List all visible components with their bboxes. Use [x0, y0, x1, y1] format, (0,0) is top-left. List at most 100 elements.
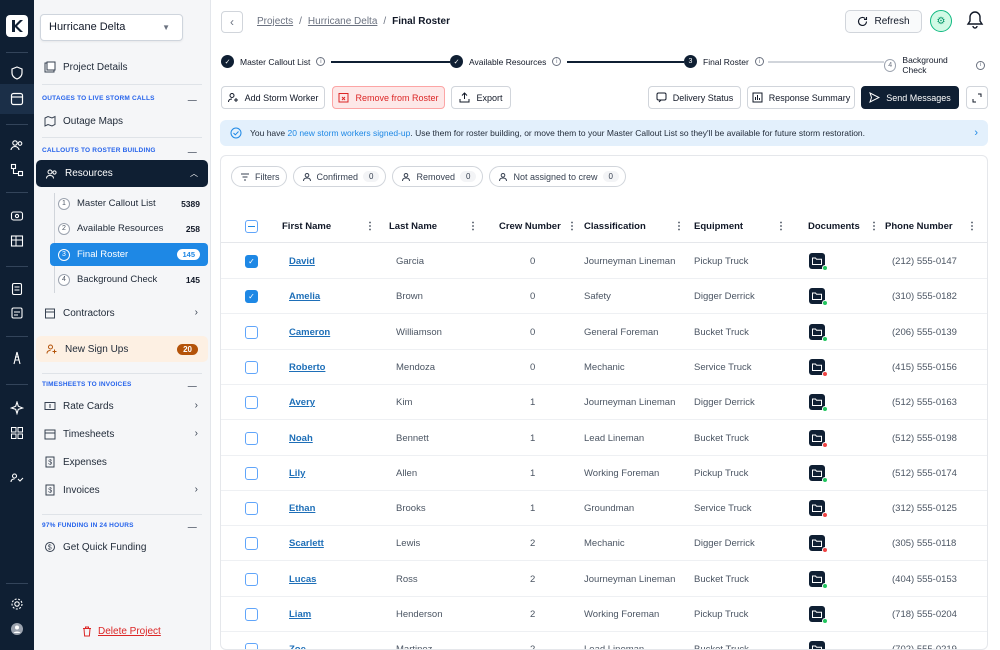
row-checkbox[interactable]	[245, 608, 258, 621]
filter-chip-not-assigned[interactable]: Not assigned to crew 0	[489, 166, 626, 187]
table-row[interactable]: Scarlett Lewis 2 Mechanic Digger Derrick (305…	[221, 526, 987, 562]
dashboard-icon[interactable]	[9, 91, 25, 107]
table-row[interactable]: Zoe Martinez 2 Lead Lineman Bucket Truck (702…	[221, 632, 987, 649]
row-checkbox[interactable]	[245, 325, 258, 339]
column-menu-icon[interactable]: ⋮	[567, 221, 577, 232]
folder-icon[interactable]	[809, 464, 828, 483]
app-logo-icon[interactable]	[6, 15, 28, 37]
table-row[interactable]: ✓ David Garcia 0 Journeyman Lineman Pickup Tr…	[221, 244, 987, 279]
first-name-link[interactable]: Lucas	[289, 574, 316, 585]
delivery-status-button[interactable]: Delivery Status	[648, 86, 741, 109]
column-header-classification[interactable]: Classification	[584, 221, 646, 232]
first-name-link[interactable]: Cameron	[289, 327, 330, 338]
folder-icon[interactable]	[809, 641, 825, 649]
first-name-link[interactable]: Roberto	[289, 362, 325, 373]
table-row[interactable]: Lily Allen 1 Working Foreman Pickup Truck (51…	[221, 456, 987, 491]
sub-item-background-check[interactable]: 4 Background Check 145	[50, 269, 208, 290]
filter-chip-confirmed[interactable]: Confirmed 0	[292, 166, 387, 187]
info-banner[interactable]: You have 20 new storm workers signed-up.…	[220, 120, 988, 146]
first-name-link[interactable]: Noah	[289, 433, 313, 444]
document-icon[interactable]	[9, 281, 25, 297]
row-checkbox[interactable]: ✓	[245, 290, 258, 304]
folder-icon[interactable]	[809, 606, 828, 624]
info-icon[interactable]: i	[316, 57, 326, 66]
folder-icon[interactable]	[809, 429, 828, 448]
select-all-checkbox[interactable]	[245, 220, 258, 233]
step-background-check[interactable]: 4 Background Check i	[884, 55, 989, 75]
first-name-link[interactable]: Amelia	[289, 291, 320, 302]
step-final-roster[interactable]: 3 Final Roster i	[684, 55, 768, 68]
row-checkbox[interactable]	[245, 502, 258, 516]
nav-invoices[interactable]: $ Invoices	[44, 484, 100, 496]
sub-item-master-callout-list[interactable]: 1 Master Callout List 5389	[50, 193, 208, 214]
collapse-icon[interactable]: —	[188, 381, 197, 391]
collapse-icon[interactable]: —	[188, 522, 197, 532]
table-icon[interactable]	[9, 233, 25, 249]
notes-icon[interactable]	[9, 305, 25, 321]
folder-icon[interactable]	[809, 358, 828, 377]
nav-project-details[interactable]: Project Details	[44, 61, 127, 73]
first-name-link[interactable]: Zoe	[289, 644, 306, 649]
send-messages-button[interactable]: Send Messages	[861, 86, 959, 109]
collapse-icon[interactable]: —	[188, 147, 197, 157]
folder-icon[interactable]	[809, 253, 828, 271]
row-checkbox[interactable]	[245, 643, 258, 649]
nav-contractors[interactable]: Contractors	[44, 307, 204, 319]
row-checkbox[interactable]: ✓	[245, 255, 258, 268]
table-row[interactable]: Liam Henderson 2 Working Foreman Pickup Truc…	[221, 597, 987, 632]
folder-icon[interactable]	[809, 394, 828, 413]
row-checkbox[interactable]	[245, 466, 258, 480]
table-row[interactable]: Roberto Mendoza 0 Mechanic Service Truck (415…	[221, 350, 987, 385]
first-name-link[interactable]: Lily	[289, 468, 305, 479]
project-select[interactable]: Hurricane Delta ▼	[40, 14, 183, 41]
nav-new-sign-ups[interactable]: New Sign Ups 20	[36, 336, 208, 362]
step-master-callout-list[interactable]: ✓ Master Callout List i	[221, 55, 330, 68]
folder-icon[interactable]	[809, 535, 828, 554]
info-icon[interactable]: i	[552, 57, 562, 66]
add-storm-worker-button[interactable]: Add Storm Worker	[221, 86, 325, 109]
row-checkbox[interactable]	[245, 537, 258, 551]
table-row[interactable]: Avery Kim 1 Journeyman Lineman Digger Derric…	[221, 385, 987, 421]
breadcrumb-projects[interactable]: Projects	[257, 16, 293, 27]
delete-project-button[interactable]: Delete Project	[82, 626, 161, 637]
row-checkbox[interactable]	[245, 360, 258, 374]
filters-button[interactable]: Filters	[231, 166, 287, 187]
first-name-link[interactable]: Liam	[289, 609, 311, 620]
info-icon[interactable]: i	[976, 60, 985, 70]
nav-timesheets[interactable]: Timesheets	[44, 428, 114, 440]
column-header-equipment[interactable]: Equipment	[694, 221, 743, 232]
filter-chip-removed[interactable]: Removed 0	[392, 166, 484, 187]
refresh-button[interactable]: Refresh	[845, 10, 922, 33]
info-icon[interactable]: i	[754, 57, 764, 66]
sub-item-available-resources[interactable]: 2 Available Resources 258	[50, 218, 208, 239]
table-row[interactable]: Noah Bennett 1 Lead Lineman Bucket Truck (512…	[221, 421, 987, 456]
column-menu-icon[interactable]: ⋮	[776, 221, 786, 232]
row-checkbox[interactable]	[245, 572, 258, 586]
row-checkbox[interactable]	[245, 396, 258, 410]
nav-expenses[interactable]: $ Expenses	[44, 456, 107, 468]
column-header-documents[interactable]: Documents	[808, 221, 860, 232]
sparkle-icon[interactable]	[9, 400, 25, 416]
column-menu-icon[interactable]: ⋮	[674, 221, 684, 232]
nav-resources[interactable]: Resources ︿	[36, 160, 208, 187]
folder-icon[interactable]	[809, 288, 828, 307]
handshake-icon[interactable]	[9, 470, 25, 486]
remove-from-roster-button[interactable]: Remove from Roster	[332, 86, 445, 109]
step-available-resources[interactable]: ✓ Available Resources i	[450, 55, 566, 68]
folder-icon[interactable]	[809, 500, 828, 519]
column-header-first-name[interactable]: First Name	[282, 221, 331, 232]
money-icon[interactable]	[9, 208, 25, 224]
first-name-link[interactable]: Avery	[289, 397, 315, 408]
nav-rate-cards[interactable]: Rate Cards	[44, 400, 114, 412]
shield-icon[interactable]	[9, 65, 25, 81]
user-avatar-icon[interactable]	[9, 621, 25, 637]
column-menu-icon[interactable]: ⋮	[468, 221, 478, 232]
nav-quick-funding[interactable]: $ Get Quick Funding	[44, 541, 146, 553]
export-button[interactable]: Export	[451, 86, 511, 109]
apps-icon[interactable]	[9, 425, 25, 441]
tower-icon[interactable]	[9, 350, 25, 366]
table-row[interactable]: ✓ Amelia Brown 0 Safety Digger Derrick (310) 5…	[221, 279, 987, 315]
column-header-crew-number[interactable]: Crew Number	[499, 221, 561, 232]
table-row[interactable]: Ethan Brooks 1 Groundman Service Truck (312) …	[221, 491, 987, 527]
back-button[interactable]: ‹	[221, 11, 243, 33]
